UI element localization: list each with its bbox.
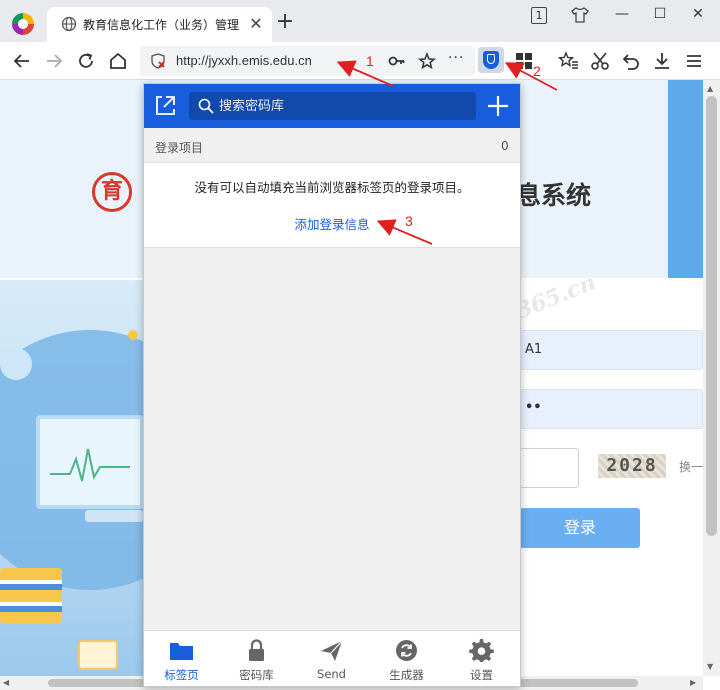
book-badge-icon: [0, 348, 32, 380]
address-bar[interactable]: http://jyxxh.emis.edu.cn ···: [140, 46, 475, 76]
heartbeat-line-icon: [50, 448, 130, 482]
password-field[interactable]: ••: [520, 389, 703, 429]
globe-icon: [61, 16, 77, 32]
section-count: 0: [501, 139, 509, 153]
annotation-label-1: 1: [366, 53, 374, 69]
favorites-list-icon[interactable]: [558, 50, 580, 72]
scroll-left-arrow-icon[interactable]: ◀: [3, 678, 9, 688]
annotation-label-3: 3: [405, 213, 413, 229]
nav-tab-vault[interactable]: 密码库: [219, 631, 294, 686]
captcha-input[interactable]: [520, 448, 579, 488]
lock-icon: [249, 639, 264, 661]
refresh-icon: [396, 640, 417, 661]
tab-title: 教育信息化工作（业务）管理: [83, 18, 240, 32]
nav-tab-generator[interactable]: 生成器: [369, 631, 444, 686]
add-login-link[interactable]: 添加登录信息: [144, 214, 520, 233]
key-icon[interactable]: [388, 53, 406, 69]
close-window-button[interactable]: ✕: [688, 6, 708, 24]
download-icon[interactable]: [651, 50, 673, 72]
new-tab-button[interactable]: +: [275, 11, 295, 33]
undo-icon[interactable]: [620, 50, 642, 72]
monitor-stand: [85, 510, 143, 522]
shirt-skin-icon[interactable]: [570, 6, 590, 24]
captcha-refresh-link[interactable]: 换一: [679, 458, 703, 475]
vault-search-input[interactable]: [219, 95, 464, 117]
bitwarden-extension-button[interactable]: [478, 47, 504, 73]
scroll-down-arrow-icon[interactable]: ▼: [707, 662, 713, 672]
browser-toolbar: http://jyxxh.emis.edu.cn ···: [0, 42, 720, 80]
bitwarden-shield-icon: [483, 51, 499, 69]
shield-warning-icon[interactable]: [150, 53, 166, 69]
forward-arrow-icon[interactable]: [43, 50, 65, 72]
browser-logo-icon[interactable]: [12, 13, 34, 35]
system-title: 息系统: [516, 181, 592, 210]
captcha-image[interactable]: 2028: [598, 454, 666, 478]
monitor-illustration-icon: [36, 415, 144, 509]
banner-accent-strip: [668, 80, 703, 278]
bitwarden-popup: 登录项目 0 没有可以自动填充当前浏览器标签页的登录项目。 添加登录信息 标签页…: [143, 83, 521, 687]
tab-strip: 教育信息化工作（业务）管理 ✕ + 1 — ☐ ✕: [0, 0, 720, 42]
username-field[interactable]: A1: [520, 330, 703, 370]
open-book-icon: [78, 640, 118, 670]
maximize-button[interactable]: ☐: [650, 6, 670, 24]
gear-icon: [469, 639, 494, 662]
home-icon[interactable]: [107, 50, 129, 72]
login-items-body: 没有可以自动填充当前浏览器标签页的登录项目。 添加登录信息: [144, 162, 520, 248]
scissors-icon[interactable]: [589, 50, 611, 72]
decor-dot: [128, 330, 138, 340]
popup-nav-bar: 标签页 密码库 Send 生成器 设置: [144, 630, 520, 686]
send-icon: [321, 640, 343, 661]
nav-tab-settings[interactable]: 设置: [444, 631, 519, 686]
nav-tab-send[interactable]: Send: [294, 631, 369, 686]
scroll-up-arrow-icon[interactable]: ▲: [707, 84, 713, 94]
tab-count-button[interactable]: 1: [531, 7, 547, 24]
scroll-right-arrow-icon[interactable]: ▶: [690, 678, 696, 688]
popout-icon[interactable]: [154, 95, 176, 117]
add-item-icon[interactable]: [486, 94, 510, 118]
login-items-header: 登录项目 0: [144, 128, 520, 162]
annotation-label-2: 2: [533, 63, 541, 79]
reload-icon[interactable]: [75, 50, 97, 72]
url-text[interactable]: http://jyxxh.emis.edu.cn: [176, 53, 312, 68]
browser-tab[interactable]: 教育信息化工作（业务）管理 ✕: [47, 7, 272, 42]
vault-search-box[interactable]: [189, 92, 476, 120]
search-icon: [198, 98, 214, 114]
books-illustration-icon: [0, 568, 62, 624]
menu-icon[interactable]: [683, 50, 705, 72]
apps-grid-icon[interactable]: [513, 50, 535, 72]
nav-tab-tabs[interactable]: 标签页: [144, 631, 219, 686]
more-icon[interactable]: ···: [448, 50, 464, 66]
back-arrow-icon[interactable]: [11, 50, 33, 72]
empty-state-message: 没有可以自动填充当前浏览器标签页的登录项目。: [194, 180, 470, 195]
folder-icon: [170, 643, 193, 660]
star-icon[interactable]: [418, 52, 436, 70]
section-title: 登录项目: [155, 141, 204, 155]
tab-close-button[interactable]: ✕: [247, 15, 265, 33]
login-button[interactable]: 登录: [520, 508, 640, 548]
vertical-scroll-thumb[interactable]: [706, 96, 717, 536]
popup-header: [144, 84, 520, 128]
education-logo: 育: [92, 172, 132, 212]
minimize-button[interactable]: —: [612, 6, 632, 24]
